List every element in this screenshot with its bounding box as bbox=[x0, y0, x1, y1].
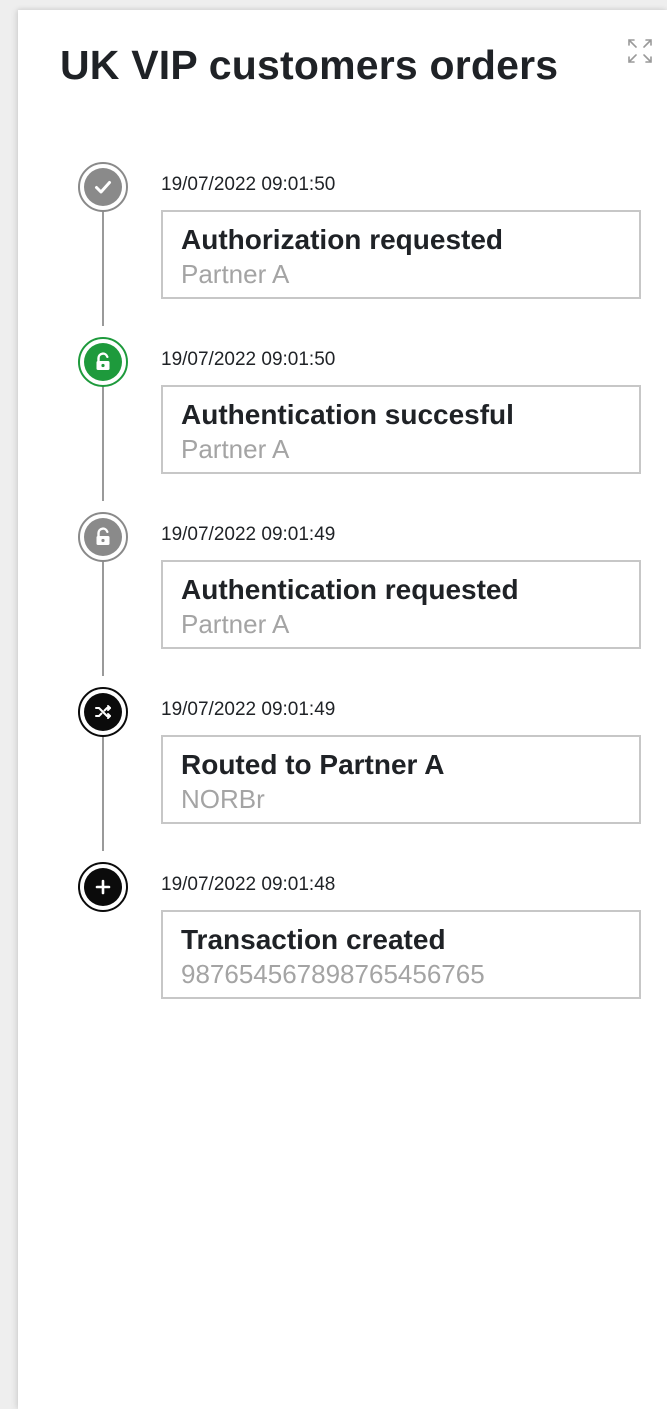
event-timestamp: 19/07/2022 09:01:48 bbox=[161, 874, 336, 895]
event-card[interactable]: Routed to Partner A NORBr bbox=[161, 735, 641, 824]
timeline-event: 19/07/2022 09:01:49 Routed to Partner A … bbox=[18, 687, 667, 862]
timeline-connector bbox=[102, 209, 104, 326]
unlock-icon bbox=[84, 343, 122, 381]
status-node bbox=[78, 512, 128, 562]
timeline-event: 19/07/2022 09:01:49 Authentication reque… bbox=[18, 512, 667, 687]
timeline-event: 19/07/2022 09:01:50 Authentication succe… bbox=[18, 337, 667, 512]
status-node bbox=[78, 687, 128, 737]
check-icon bbox=[84, 168, 122, 206]
shuffle-icon bbox=[84, 693, 122, 731]
event-timeline: 19/07/2022 09:01:50 Authorization reques… bbox=[18, 10, 667, 1010]
status-node bbox=[78, 162, 128, 212]
event-timestamp: 19/07/2022 09:01:49 bbox=[161, 524, 336, 545]
timeline-panel: UK VIP customers orders 19/07/2022 09:01… bbox=[18, 10, 667, 1409]
event-timestamp: 19/07/2022 09:01:49 bbox=[161, 699, 336, 720]
event-subtitle: NORBr bbox=[181, 784, 265, 814]
event-subtitle: Partner A bbox=[181, 259, 290, 289]
timeline-event: 19/07/2022 09:01:48 Transaction created … bbox=[18, 862, 667, 1037]
event-subtitle: Partner A bbox=[181, 434, 290, 464]
event-subtitle: Partner A bbox=[181, 609, 290, 639]
event-title: Authentication requested bbox=[181, 574, 519, 605]
unlock-icon bbox=[84, 518, 122, 556]
plus-icon bbox=[84, 868, 122, 906]
event-title: Routed to Partner A bbox=[181, 749, 445, 780]
timeline-connector bbox=[102, 384, 104, 501]
timeline-event: 19/07/2022 09:01:50 Authorization reques… bbox=[18, 162, 667, 337]
event-card[interactable]: Authentication requested Partner A bbox=[161, 560, 641, 649]
event-title: Transaction created bbox=[181, 924, 446, 955]
event-card[interactable]: Authorization requested Partner A bbox=[161, 210, 641, 299]
event-subtitle: 987654567898765456765 bbox=[181, 959, 485, 989]
timeline-connector bbox=[102, 734, 104, 851]
event-timestamp: 19/07/2022 09:01:50 bbox=[161, 349, 336, 370]
status-node bbox=[78, 862, 128, 912]
timeline-connector bbox=[102, 559, 104, 676]
event-card[interactable]: Transaction created 98765456789876545676… bbox=[161, 910, 641, 999]
event-card[interactable]: Authentication succesful Partner A bbox=[161, 385, 641, 474]
event-timestamp: 19/07/2022 09:01:50 bbox=[161, 174, 336, 195]
event-title: Authentication succesful bbox=[181, 399, 514, 430]
event-title: Authorization requested bbox=[181, 224, 504, 255]
status-node bbox=[78, 337, 128, 387]
